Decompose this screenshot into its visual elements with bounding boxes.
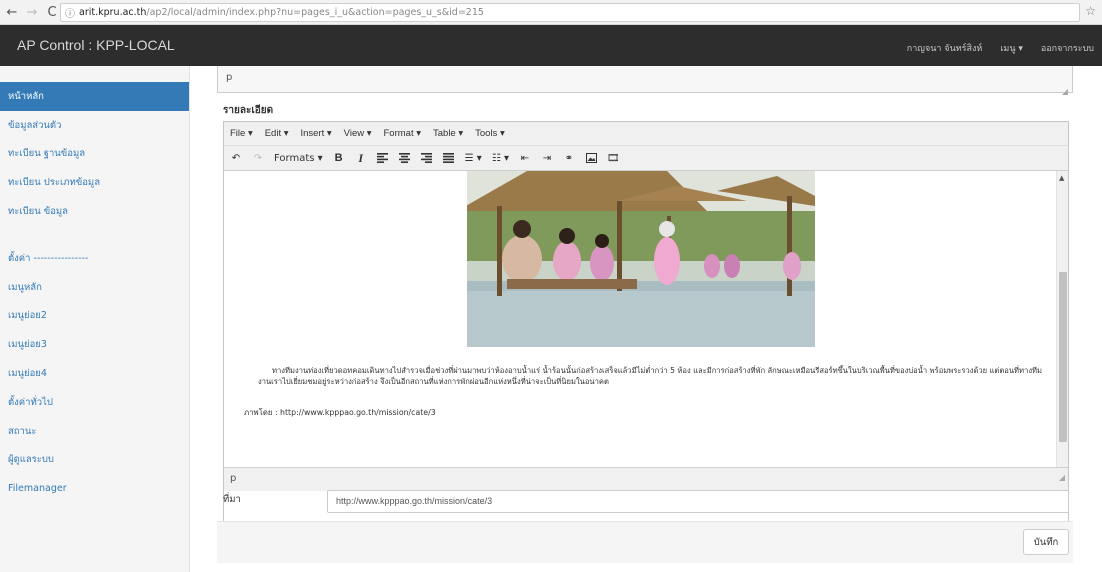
align-justify-icon[interactable] [443, 153, 455, 163]
previous-editor-statusbar: p ◢ [217, 66, 1073, 96]
bookmark-star-icon[interactable]: ☆ [1085, 4, 1096, 18]
bold-icon[interactable]: B [333, 152, 345, 164]
menu-view[interactable]: View ▾ [344, 128, 372, 139]
sidebar-item-filemanager[interactable]: Filemanager [0, 474, 189, 503]
sidebar-item-status[interactable]: สถานะ [0, 417, 189, 446]
bullet-list-icon[interactable]: ☰ ▾ [465, 153, 482, 164]
resize-handle-icon[interactable]: ◢ [1062, 80, 1068, 104]
italic-icon[interactable]: I [355, 151, 367, 166]
sidebar-item-profile[interactable]: ข้อมูลส่วนตัว [0, 111, 189, 140]
save-button[interactable]: บันทึก [1023, 529, 1069, 555]
photo-credit: ภาพโดย : http://www.kpppao.go.th/mission… [244, 408, 436, 417]
sidebar-item-data-registry[interactable]: ทะเบียน ข้อมูล [0, 197, 189, 226]
sidebar-item-settings[interactable]: ตั้งค่า ---------------- [0, 244, 189, 273]
scrollbar-thumb[interactable] [1059, 272, 1067, 442]
menu-format[interactable]: Format ▾ [384, 128, 422, 139]
editor-toolbar: ↶ ↷ Formats ▾ B I ☰ ▾ ☷ ▾ ⇤ ⇥ ⚭ 🎞 [224, 146, 1068, 171]
reload-icon[interactable]: C [44, 4, 60, 20]
form-footer: บันทึก [217, 521, 1073, 563]
editor-content[interactable]: ทางทีมงานท่องเที่ยวดอทคอมเดินทางไปสำรวจเ… [224, 171, 1057, 467]
source-label: ที่มา [223, 494, 241, 505]
menu-file[interactable]: File ▾ [230, 128, 253, 139]
detail-label: รายละเอียด [223, 105, 274, 116]
resize-handle-icon[interactable]: ◢ [1059, 467, 1065, 489]
browser-toolbar: ← → C ⓘ arit.kpru.ac.th/ap2/local/admin/… [0, 0, 1102, 25]
sidebar-item-admins[interactable]: ผู้ดูแลระบบ [0, 446, 189, 475]
align-right-icon[interactable] [421, 153, 433, 163]
address-bar[interactable]: ⓘ arit.kpru.ac.th/ap2/local/admin/index.… [60, 3, 1080, 22]
menu-insert[interactable]: Insert ▾ [301, 128, 332, 139]
image-icon[interactable] [585, 153, 597, 163]
undo-icon[interactable]: ↶ [230, 153, 242, 164]
redo-icon[interactable]: ↷ [252, 153, 264, 164]
sidebar-item-general-settings[interactable]: ตั้งค่าทั่วไป [0, 388, 189, 417]
user-name-link[interactable]: กาญจนา จันทร์สิงห์ [907, 41, 983, 55]
element-path[interactable]: p [230, 473, 236, 484]
logout-link[interactable]: ออกจากระบบ [1041, 41, 1094, 55]
outdent-icon[interactable]: ⇤ [519, 153, 531, 164]
element-path[interactable]: p [226, 72, 232, 83]
sidebar-item-database-registry[interactable]: ทะเบียน ฐานข้อมูล [0, 140, 189, 169]
sidebar-item-home[interactable]: หน้าหลัก [0, 82, 189, 111]
top-navbar: AP Control : KPP-LOCAL กาญจนา จันทร์สิงห… [0, 25, 1102, 66]
app-brand[interactable]: AP Control : KPP-LOCAL [17, 37, 175, 53]
numbered-list-icon[interactable]: ☷ ▾ [492, 153, 509, 164]
indent-icon[interactable]: ⇥ [541, 153, 553, 164]
editor-scrollbar[interactable]: ▲ [1056, 171, 1068, 467]
menu-tools[interactable]: Tools ▾ [475, 128, 505, 139]
article-paragraph: ทางทีมงานท่องเที่ยวดอทคอมเดินทางไปสำรวจเ… [258, 366, 1043, 386]
align-left-icon[interactable] [377, 153, 389, 163]
forward-icon[interactable]: → [24, 4, 40, 20]
align-center-icon[interactable] [399, 153, 411, 163]
sidebar: หน้าหลัก ข้อมูลส่วนตัว ทะเบียน ฐานข้อมูล… [0, 66, 190, 572]
menu-dropdown[interactable]: เมนู ▾ [1000, 41, 1023, 55]
sidebar-item-main-menu[interactable]: เมนูหลัก [0, 273, 189, 302]
menu-table[interactable]: Table ▾ [433, 128, 463, 139]
media-icon[interactable]: 🎞 [607, 153, 620, 164]
sidebar-item-submenu4[interactable]: เมนูย่อย4 [0, 359, 189, 388]
rich-text-editor: File ▾ Edit ▾ Insert ▾ View ▾ Format ▾ T… [223, 121, 1069, 541]
info-icon[interactable]: ⓘ [65, 5, 75, 20]
source-input[interactable]: http://www.kpppao.go.th/mission/cate/3 [327, 490, 1069, 513]
scroll-up-icon[interactable]: ▲ [1059, 174, 1064, 182]
back-icon[interactable]: ← [4, 4, 20, 20]
sidebar-item-submenu3[interactable]: เมนูย่อย3 [0, 330, 189, 359]
source-row: ที่มา http://www.kpppao.go.th/mission/ca… [217, 487, 1073, 517]
menu-edit[interactable]: Edit ▾ [265, 128, 289, 139]
link-icon[interactable]: ⚭ [563, 153, 575, 164]
url-host: arit.kpru.ac.th [79, 7, 147, 18]
formats-dropdown[interactable]: Formats ▾ [274, 153, 323, 164]
editor-menubar: File ▾ Edit ▾ Insert ▾ View ▾ Format ▾ T… [224, 122, 1068, 146]
embedded-photo[interactable] [467, 171, 815, 347]
sidebar-item-category-registry[interactable]: ทะเบียน ประเภทข้อมูล [0, 168, 189, 197]
sidebar-item-submenu2[interactable]: เมนูย่อย2 [0, 302, 189, 331]
url-path: /ap2/local/admin/index.php?nu=pages_i_u&… [146, 7, 484, 18]
